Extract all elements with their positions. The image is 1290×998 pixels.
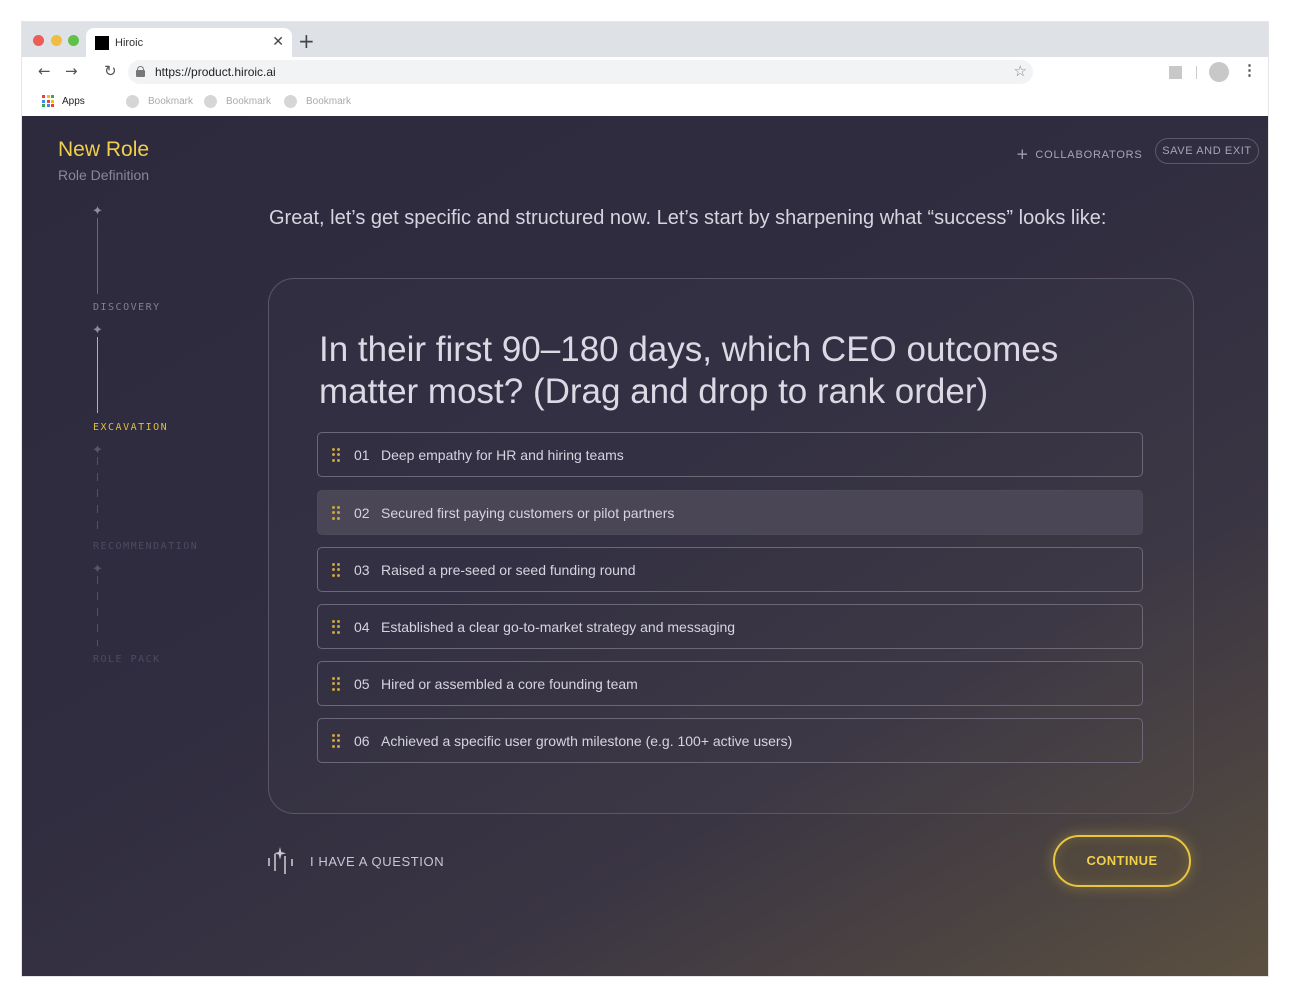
rank-label: Achieved a specific user growth mileston…	[381, 733, 793, 749]
sparkle-icon: ✦	[92, 323, 103, 338]
bookmark-link[interactable]: Bookmark	[203, 95, 271, 108]
rank-item[interactable]: 04 Established a clear go-to-market stra…	[317, 604, 1143, 649]
back-icon[interactable]: ←	[38, 62, 51, 80]
profile-avatar[interactable]	[1209, 62, 1229, 82]
sparkle-icon: ✦	[92, 204, 103, 219]
app-viewport: New Role Role Definition + COLLABORATORS …	[22, 116, 1268, 976]
question-text: In their first 90–180 days, which CEO ou…	[319, 330, 1059, 411]
reload-icon[interactable]: ↻	[104, 62, 117, 80]
rank-item[interactable]: 05 Hired or assembled a core founding te…	[317, 661, 1143, 706]
apps-link[interactable]: Apps	[62, 96, 85, 107]
rank-number: 01	[354, 447, 370, 463]
ask-question-label: I HAVE A QUESTION	[310, 854, 445, 869]
rank-label: Secured first paying customers or pilot …	[381, 505, 675, 521]
drag-handle-icon[interactable]	[332, 448, 340, 462]
bookmark-link[interactable]: Bookmark	[283, 95, 351, 108]
sparkle-icon: ✦	[92, 443, 103, 458]
step-excavation[interactable]: EXCAVATION	[93, 422, 168, 433]
rank-item[interactable]: 01 Deep empathy for HR and hiring teams	[317, 432, 1143, 477]
save-and-exit-button[interactable]: SAVE AND EXIT	[1155, 138, 1259, 164]
rank-number: 05	[354, 676, 370, 692]
url-text: https://product.hiroic.ai	[155, 65, 276, 79]
tab-strip: Hiroic ✕ +	[22, 22, 1268, 57]
toolbar-divider	[1196, 66, 1197, 79]
minimize-window-button[interactable]	[51, 35, 62, 46]
intro-text: Great, let’s get specific and structured…	[269, 207, 1107, 229]
page-title: New Role	[58, 138, 150, 161]
step-connector	[97, 457, 98, 533]
browser-window: Hiroic ✕ + ← → ↻ https://product.hiroic.…	[22, 22, 1268, 976]
step-discovery[interactable]: DISCOVERY	[93, 302, 161, 313]
rank-label: Established a clear go-to-market strateg…	[381, 619, 736, 635]
step-connector	[97, 576, 98, 646]
step-connector	[97, 218, 98, 294]
browser-menu-icon[interactable]: ⋮	[1242, 61, 1257, 79]
page-subtitle: Role Definition	[58, 167, 150, 183]
rank-label: Deep empathy for HR and hiring teams	[381, 447, 624, 463]
drag-handle-icon[interactable]	[332, 563, 340, 577]
drag-handle-icon[interactable]	[332, 677, 340, 691]
rank-label: Raised a pre-seed or seed funding round	[381, 562, 636, 578]
bookmark-link[interactable]: Bookmark	[125, 95, 193, 108]
lock-icon	[136, 66, 145, 77]
rank-item[interactable]: 06 Achieved a specific user growth miles…	[317, 718, 1143, 763]
browser-toolbar: ← → ↻ https://product.hiroic.ai ☆ ⋮	[22, 57, 1268, 87]
close-tab-icon[interactable]: ✕	[272, 33, 284, 50]
bookmarks-bar: Apps Bookmark Bookmark Bookmark	[22, 87, 1268, 116]
step-connector	[97, 337, 98, 413]
step-recommendation[interactable]: RECOMMENDATION	[93, 541, 198, 552]
new-tab-button[interactable]: +	[298, 29, 315, 53]
extension-icon[interactable]	[1169, 66, 1182, 79]
rank-label: Hired or assembled a core founding team	[381, 676, 638, 692]
plus-icon: +	[1016, 145, 1030, 163]
question-card: In their first 90–180 days, which CEO ou…	[268, 278, 1194, 814]
continue-button[interactable]: CONTINUE	[1053, 835, 1191, 887]
drag-handle-icon[interactable]	[332, 506, 340, 520]
address-bar[interactable]: https://product.hiroic.ai ☆	[128, 60, 1033, 84]
bookmark-star-icon[interactable]: ☆	[1014, 62, 1027, 80]
rank-number: 03	[354, 562, 370, 578]
favicon-icon	[95, 36, 109, 50]
step-role-pack[interactable]: ROLE PACK	[93, 654, 161, 665]
rank-item[interactable]: 03 Raised a pre-seed or seed funding rou…	[317, 547, 1143, 592]
rank-number: 04	[354, 619, 370, 635]
rank-number: 06	[354, 733, 370, 749]
rank-item[interactable]: 02 Secured first paying customers or pil…	[317, 490, 1143, 535]
collaborators-button[interactable]: + COLLABORATORS	[1016, 144, 1143, 163]
maximize-window-button[interactable]	[68, 35, 79, 46]
collaborators-label: COLLABORATORS	[1035, 149, 1143, 161]
forward-icon[interactable]: →	[65, 62, 78, 80]
rank-number: 02	[354, 505, 370, 521]
browser-tab[interactable]: Hiroic ✕	[86, 28, 292, 57]
sparkle-icon: ✦	[92, 562, 103, 577]
close-window-button[interactable]	[33, 35, 44, 46]
drag-handle-icon[interactable]	[332, 620, 340, 634]
voice-sparkle-icon	[268, 847, 293, 874]
apps-grid-icon[interactable]	[42, 95, 54, 107]
tab-title: Hiroic	[115, 37, 144, 49]
drag-handle-icon[interactable]	[332, 734, 340, 748]
